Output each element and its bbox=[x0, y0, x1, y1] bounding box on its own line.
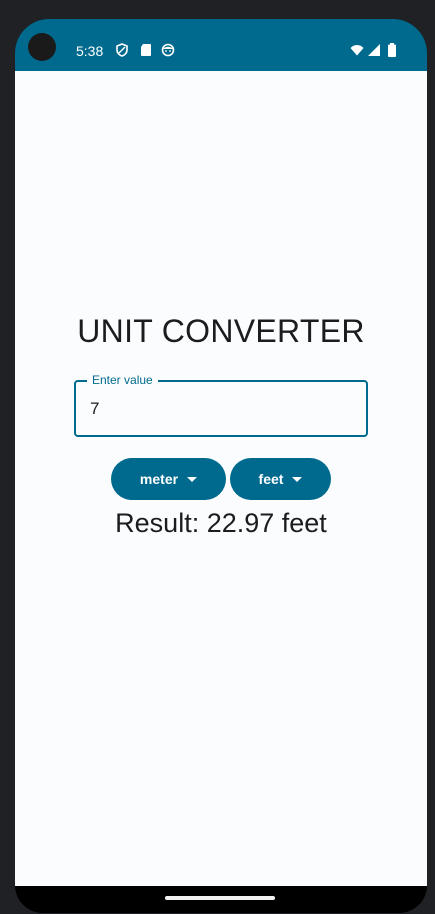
to-unit-label: feet bbox=[258, 471, 284, 487]
front-camera bbox=[28, 33, 56, 61]
home-gesture-handle[interactable] bbox=[165, 896, 275, 900]
sd-card-icon bbox=[141, 44, 151, 56]
page-title: UNIT CONVERTER bbox=[77, 313, 365, 349]
caret-down-icon bbox=[187, 476, 198, 482]
to-unit-dropdown[interactable]: feet bbox=[230, 458, 331, 500]
navigation-bar bbox=[15, 886, 427, 913]
face-icon bbox=[161, 43, 175, 57]
value-text-field[interactable]: Enter value bbox=[74, 373, 368, 437]
from-unit-dropdown[interactable]: meter bbox=[111, 458, 226, 500]
battery-icon bbox=[388, 43, 396, 57]
value-field-label: Enter value bbox=[87, 373, 158, 387]
cell-signal-icon bbox=[368, 44, 380, 56]
phone-screen: 5:38 UNIT CONVERTER Enter value 7 meter … bbox=[15, 19, 427, 913]
from-unit-label: meter bbox=[139, 471, 179, 487]
caret-down-icon bbox=[292, 476, 303, 482]
device-frame: 5:38 UNIT CONVERTER Enter value 7 meter … bbox=[0, 0, 435, 914]
value-input[interactable] bbox=[90, 398, 350, 420]
shield-icon bbox=[116, 43, 128, 57]
wifi-icon bbox=[350, 45, 364, 56]
result-text: Result: 22.97 feet bbox=[115, 508, 327, 538]
status-time: 5:38 bbox=[76, 43, 104, 59]
status-bar: 5:38 bbox=[15, 19, 427, 71]
